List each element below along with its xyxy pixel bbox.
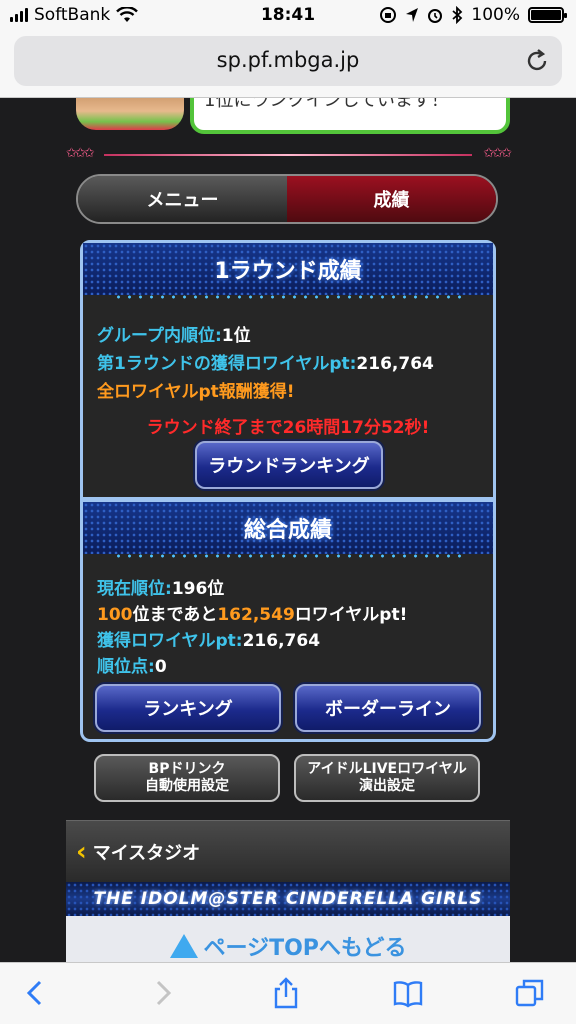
dotted-separator (113, 554, 463, 558)
rank-points-value: 0 (154, 657, 167, 677)
bp-drink-settings-button[interactable]: BPドリンク 自動使用設定 (94, 754, 280, 802)
round-results-title: 1ラウンド成績 (83, 243, 493, 295)
round-ranking-button[interactable]: ラウンドランキング (195, 441, 383, 489)
game-logo-banner: THE IDOLM@STER CINDERELLA GIRLS (66, 882, 510, 916)
share-icon[interactable] (270, 977, 302, 1009)
tabs-icon[interactable] (514, 977, 546, 1009)
points-needed: 162,549 (217, 605, 295, 625)
total-results-title: 総合成績 (83, 502, 493, 554)
tab-bar: メニュー 成績 (76, 174, 498, 224)
speech-text: 1位にランクインしています！ (204, 98, 449, 111)
bp-drink-line1: BPドリンク (148, 761, 226, 777)
current-rank-row: 現在順位:196位 (97, 574, 224, 599)
idol-avatar (76, 98, 184, 130)
group-rank-row: グループ内順位:1位 (97, 321, 251, 346)
browser-chrome: sp.pf.mbga.jp (0, 32, 576, 98)
mystudio-label: マイスタジオ (92, 842, 201, 864)
points-needed-unit: ロワイヤルpt! (294, 605, 408, 625)
group-rank-label: グループ内順位: (97, 326, 222, 346)
border-line-button[interactable]: ボーダーライン (295, 684, 481, 732)
round-results-panel: 1ラウンド成績 グループ内順位:1位 第1ラウンドの獲得ロワイヤルpt:216,… (80, 240, 496, 500)
round-pt-label: 第1ラウンドの獲得ロワイヤルpt: (97, 354, 357, 374)
star-icon: ✩✩✩ (66, 146, 95, 161)
page-top-link[interactable]: ページTOPへもどる (66, 916, 510, 962)
ranking-button[interactable]: ランキング (95, 684, 281, 732)
decorative-divider: ✩✩✩ ✩✩✩ (66, 146, 512, 162)
alarm-icon (428, 9, 443, 23)
total-pt-row: 獲得ロワイヤルpt:216,764 (97, 626, 320, 651)
live-royale-settings-button[interactable]: アイドルLIVEロワイヤル 演出設定 (294, 754, 480, 802)
bp-drink-line2: 自動使用設定 (145, 778, 229, 794)
group-rank-value: 1位 (221, 326, 251, 346)
reward-text: 全ロワイヤルpt報酬獲得! (97, 382, 295, 402)
forward-icon[interactable] (146, 977, 178, 1009)
status-bar: SoftBank 18:41 100% (0, 0, 576, 32)
game-page: 1位にランクインしています！ ✩✩✩ ✩✩✩ メニュー 成績 1ラウンド成績 グ… (0, 98, 576, 962)
dotted-separator (113, 295, 463, 299)
triangle-up-icon (169, 934, 198, 958)
target-rank: 100 (97, 605, 133, 625)
tab-results[interactable]: 成績 (287, 176, 496, 222)
star-icon: ✩✩✩ (483, 146, 512, 161)
total-pt-label: 獲得ロワイヤルpt: (97, 631, 243, 651)
rank-points-row: 順位点:0 (97, 652, 167, 677)
live-royale-line1: アイドルLIVEロワイヤル (307, 761, 467, 777)
live-royale-line2: 演出設定 (359, 778, 415, 794)
rank-points-label: 順位点: (97, 657, 155, 677)
battery-icon (528, 7, 567, 23)
target-rank-text: 位まであと (132, 605, 218, 625)
speech-bubble: 1位にランクインしています！ (190, 98, 510, 134)
current-rank-value: 196位 (171, 579, 225, 599)
battery-percent: 100% (471, 5, 520, 25)
address-bar[interactable]: sp.pf.mbga.jp (14, 36, 562, 86)
current-rank-label: 現在順位: (97, 579, 172, 599)
browser-toolbar (0, 962, 576, 1024)
back-icon[interactable] (20, 977, 52, 1009)
total-pt-value: 216,764 (242, 631, 321, 651)
location-icon (406, 8, 419, 22)
to-top100-row: 100位まであと162,549ロワイヤルpt! (97, 600, 407, 625)
chevron-left-icon: ‹ (76, 836, 87, 867)
round-pt-value: 216,764 (356, 354, 434, 374)
bluetooth-icon (452, 6, 463, 24)
url-text[interactable]: sp.pf.mbga.jp (14, 48, 562, 72)
round-pt-row: 第1ラウンドの獲得ロワイヤルpt:216,764 (97, 349, 434, 374)
bookmarks-icon[interactable] (392, 977, 424, 1009)
status-right: 100% (379, 5, 567, 25)
reload-icon[interactable] (524, 48, 550, 74)
page-top-label: ページTOPへもどる (203, 936, 407, 961)
mystudio-link[interactable]: ‹ マイスタジオ (66, 820, 510, 882)
tab-menu[interactable]: メニュー (78, 176, 287, 222)
rotation-lock-icon (380, 7, 397, 23)
total-results-panel: 総合成績 現在順位:196位 100位まであと162,549ロワイヤルpt! 獲… (80, 500, 496, 742)
round-timer: ラウンド終了まで26時間17分52秒! (146, 418, 430, 438)
